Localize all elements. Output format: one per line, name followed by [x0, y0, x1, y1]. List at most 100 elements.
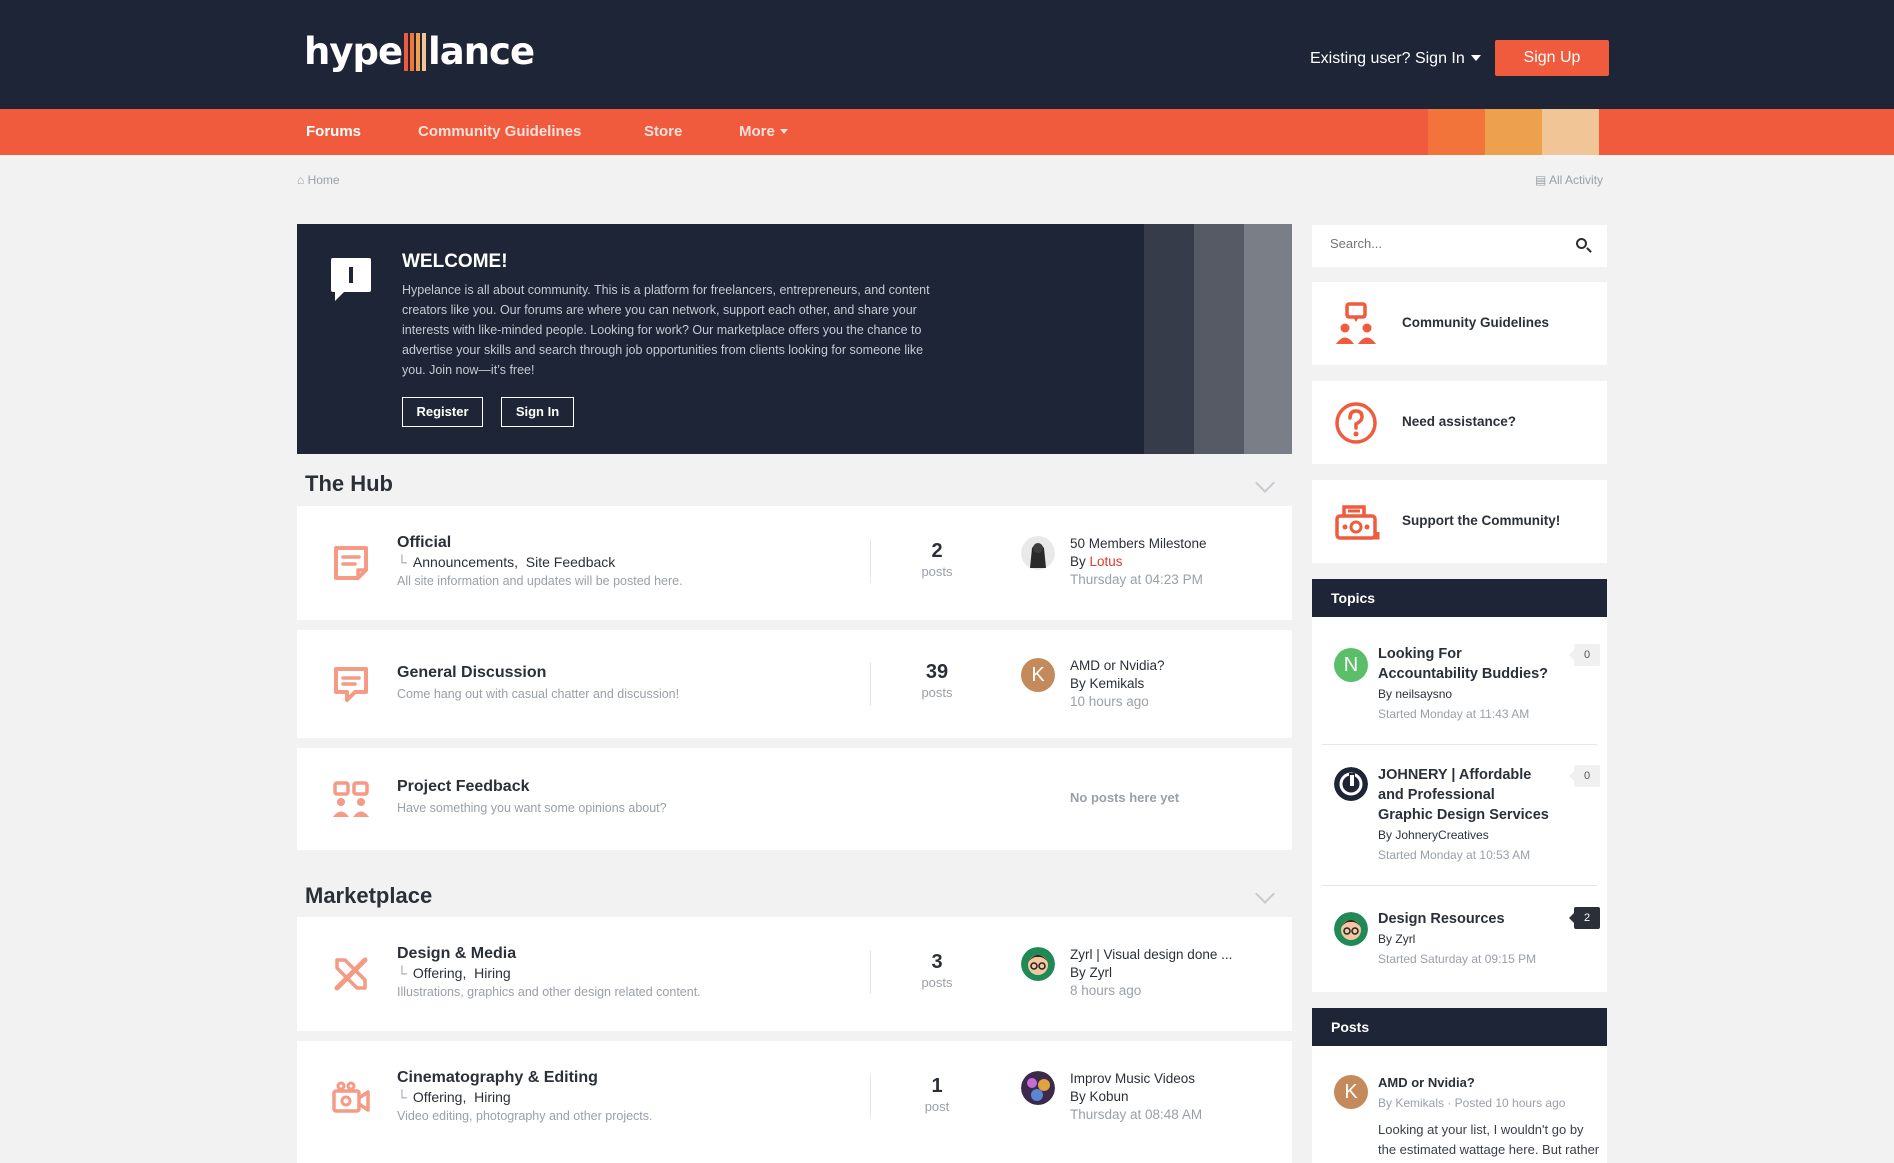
divider — [870, 950, 871, 994]
subforum-link[interactable]: Hiring — [474, 965, 511, 981]
last-post-author: By Kemikals — [1070, 675, 1165, 693]
breadcrumb-home-label: Home — [307, 173, 340, 187]
all-activity-link[interactable]: ▤ All Activity — [1535, 173, 1603, 187]
banner-stripe — [1244, 224, 1292, 454]
breadcrumb-home[interactable]: ⌂ Home — [297, 173, 340, 187]
search-input[interactable] — [1330, 236, 1560, 251]
last-post-info: Zyrl | Visual design done ... By Zyrl 8 … — [1070, 946, 1232, 1000]
avatar[interactable]: K — [1021, 658, 1055, 692]
topic-title[interactable]: JOHNERY | Affordable and Professional Gr… — [1378, 765, 1553, 825]
welcome-title: WELCOME! — [402, 251, 508, 272]
forum-row-official[interactable]: Official └ Announcements, Site Feedback A… — [297, 506, 1292, 620]
card-need-assistance[interactable]: Need assistance? — [1312, 381, 1607, 464]
author-link[interactable]: JohneryCreatives — [1395, 828, 1488, 842]
search-icon[interactable] — [1576, 238, 1587, 249]
post-title[interactable]: AMD or Nvidia? — [1378, 1073, 1553, 1093]
avatar[interactable]: K — [1334, 1075, 1368, 1109]
nav-more-label: More — [739, 123, 775, 140]
forum-row-cinematography[interactable]: Cinematography & Editing └ Offering, Hiri… — [297, 1041, 1292, 1163]
card-support-community[interactable]: Support the Community! — [1312, 480, 1607, 563]
community-icon — [1336, 302, 1376, 344]
author-link[interactable]: neilsaysno — [1395, 687, 1452, 701]
logo-text-right: lance — [428, 30, 535, 73]
forum-row-design-media[interactable]: Design & Media └ Offering, Hiring Illustr… — [297, 917, 1292, 1031]
search-box — [1312, 225, 1607, 267]
topic-item[interactable]: Design Resources By Zyrl Started Saturda… — [1312, 886, 1607, 991]
main-nav: Forums Community Guidelines Store More — [0, 109, 1894, 155]
nav-more[interactable]: More — [739, 109, 788, 155]
subforum-link[interactable]: Site Feedback — [526, 554, 616, 570]
posts-widget-title: Posts — [1312, 1008, 1607, 1046]
topic-date: Started Saturday at 09:15 PM — [1378, 952, 1537, 966]
last-post-title[interactable]: 50 Members Milestone — [1070, 535, 1207, 553]
group-feedback-icon — [333, 781, 369, 817]
card-community-guidelines[interactable]: Community Guidelines — [1312, 282, 1607, 365]
collapse-chevron-icon[interactable] — [1255, 473, 1275, 493]
theme-swatch-3[interactable] — [1542, 109, 1599, 155]
caret-down-icon — [1470, 55, 1481, 61]
last-post-info: Improv Music Videos By Kobun Thursday at… — [1070, 1070, 1202, 1124]
nav-store[interactable]: Store — [644, 109, 682, 155]
subforum-list: └ Announcements, Site Feedback — [397, 554, 615, 570]
avatar[interactable] — [1021, 536, 1055, 570]
forum-title[interactable]: Design & Media — [397, 945, 516, 963]
topic-item[interactable]: N Looking For Accountability Buddies? By… — [1312, 617, 1607, 745]
author-prefix: By — [1378, 687, 1393, 701]
post-item[interactable]: K AMD or Nvidia? By Kemikals · Posted 10… — [1312, 1046, 1607, 1163]
forum-title[interactable]: Project Feedback — [397, 778, 530, 796]
author-link[interactable]: Kemikals — [1090, 676, 1145, 691]
card-label: Need assistance? — [1402, 414, 1517, 429]
subforum-link[interactable]: Hiring — [474, 1089, 511, 1105]
topic-title[interactable]: Looking For Accountability Buddies? — [1378, 644, 1553, 684]
activity-icon: ▤ — [1535, 173, 1547, 187]
author-link[interactable]: Zyrl — [1090, 965, 1113, 980]
avatar[interactable]: N — [1334, 648, 1368, 682]
post-count-label: posts — [921, 975, 953, 990]
theme-swatch-1[interactable] — [1428, 109, 1485, 155]
nav-community-guidelines[interactable]: Community Guidelines — [418, 109, 581, 155]
nav-forums[interactable]: Forums — [306, 109, 361, 155]
subforum-link[interactable]: Offering, — [413, 1089, 466, 1105]
forum-title[interactable]: Official — [397, 534, 451, 552]
author-link[interactable]: Kobun — [1090, 1089, 1129, 1104]
topic-item[interactable]: JOHNERY | Affordable and Professional Gr… — [1312, 745, 1607, 885]
forum-row-general-discussion[interactable]: General Discussion Come hang out with ca… — [297, 630, 1292, 738]
avatar[interactable] — [1334, 767, 1368, 801]
theme-swatch-2[interactable] — [1485, 109, 1542, 155]
topic-title[interactable]: Design Resources — [1378, 909, 1553, 929]
logo-text-left: hype — [304, 30, 403, 73]
forum-title[interactable]: Cinematography & Editing — [397, 1069, 598, 1087]
avatar[interactable] — [1021, 1071, 1055, 1105]
author-link[interactable]: Zyrl — [1395, 932, 1415, 946]
welcome-signin-button[interactable]: Sign In — [501, 397, 574, 427]
chat-bubble-icon — [334, 667, 368, 702]
reply-count-badge: 0 — [1569, 765, 1600, 787]
subforum-link[interactable]: Announcements, — [413, 554, 518, 570]
avatar[interactable] — [1021, 947, 1055, 981]
last-post-time: 8 hours ago — [1070, 983, 1142, 998]
forum-title[interactable]: General Discussion — [397, 664, 546, 682]
author-prefix: By — [1070, 965, 1086, 980]
register-button[interactable]: Register — [402, 397, 483, 427]
tree-branch-icon: └ — [397, 1089, 407, 1105]
author-link[interactable]: Lotus — [1090, 554, 1123, 569]
last-post-title[interactable]: AMD or Nvidia? — [1070, 657, 1165, 675]
collapse-chevron-icon[interactable] — [1255, 884, 1275, 904]
no-posts-label: No posts here yet — [1070, 790, 1180, 805]
last-post-title[interactable]: Zyrl | Visual design done ... — [1070, 946, 1232, 964]
author-prefix: By — [1378, 932, 1393, 946]
cash-register-icon — [1335, 505, 1380, 540]
post-count: 39 — [925, 661, 949, 683]
signup-button[interactable]: Sign Up — [1495, 40, 1609, 76]
card-label: Community Guidelines — [1402, 315, 1550, 330]
post-meta: By Kemikals · Posted 10 hours ago — [1378, 1096, 1566, 1110]
caret-down-icon — [779, 129, 788, 134]
subforum-link[interactable]: Offering, — [413, 965, 466, 981]
site-logo[interactable]: hype lance — [304, 30, 535, 73]
banner-stripe — [1194, 224, 1244, 454]
signin-dropdown[interactable]: Existing user? Sign In — [1310, 50, 1481, 68]
forum-description: Video editing, photography and other pro… — [397, 1109, 653, 1123]
avatar[interactable] — [1334, 912, 1368, 946]
forum-row-project-feedback[interactable]: Project Feedback Have something you want… — [297, 748, 1292, 850]
last-post-title[interactable]: Improv Music Videos — [1070, 1070, 1202, 1088]
